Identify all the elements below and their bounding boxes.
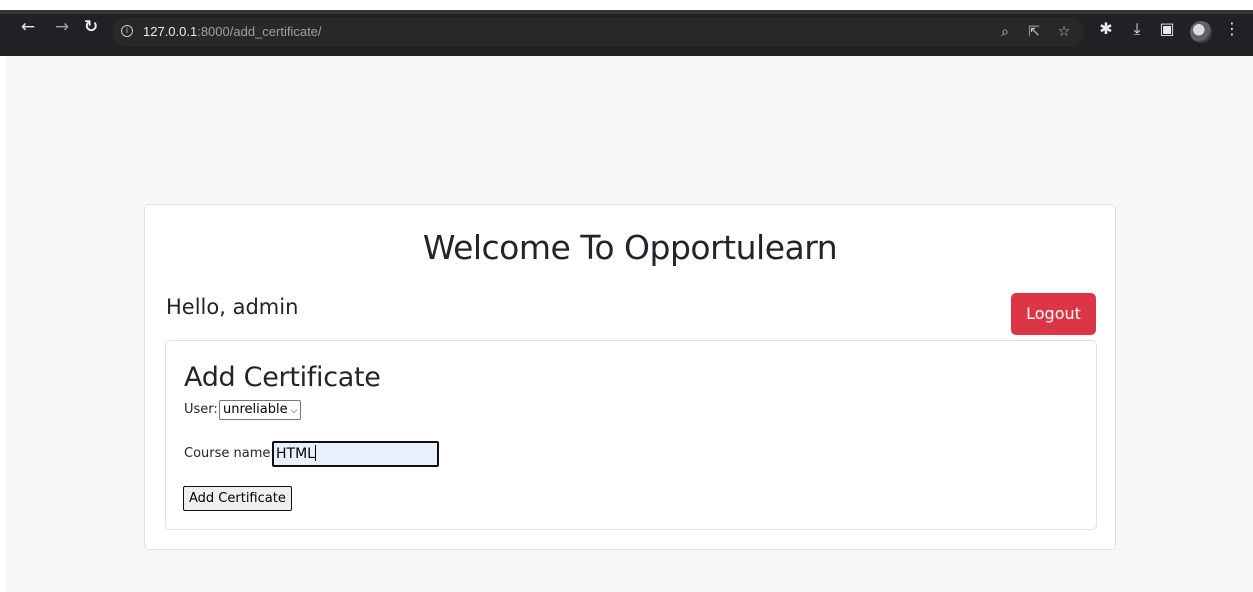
url-host: 127.0.0.1 — [143, 24, 198, 39]
tab-strip-edge — [0, 10, 1253, 14]
window-top-strip — [0, 0, 1253, 10]
logout-button[interactable]: Logout — [1011, 293, 1096, 335]
course-name-input[interactable]: HTML — [272, 441, 439, 467]
text-cursor — [314, 445, 316, 461]
address-bar[interactable]: i 127.0.0.1:8000/add_certificate/ ⌕ ⇱ ☆ — [112, 17, 1085, 47]
user-label: User: — [184, 402, 218, 417]
page-content: Welcome To Opportulearn Hello, admin Log… — [6, 56, 1253, 592]
url-text[interactable]: 127.0.0.1:8000/add_certificate/ — [143, 23, 322, 41]
zoom-icon[interactable]: ⌕ — [996, 23, 1014, 41]
avatar[interactable] — [1190, 21, 1212, 43]
share-icon[interactable]: ⇱ — [1025, 23, 1043, 41]
url-path: :8000/add_certificate/ — [197, 24, 322, 39]
info-icon[interactable]: i — [121, 25, 133, 37]
user-select[interactable]: unreliable ⌵ — [219, 400, 302, 420]
user-select-value: unreliable — [223, 402, 288, 417]
forward-icon[interactable]: → — [52, 17, 72, 37]
download-icon[interactable]: ⤓ — [1127, 19, 1147, 39]
greeting-text: Hello, admin — [166, 295, 299, 319]
form-title: Add Certificate — [184, 362, 381, 393]
reload-icon[interactable]: ↻ — [81, 17, 101, 37]
menu-icon[interactable]: ⋮ — [1222, 19, 1242, 39]
extensions-icon[interactable]: ✱ — [1096, 19, 1116, 39]
star-icon[interactable]: ☆ — [1055, 23, 1073, 41]
add-certificate-form: Add Certificate User: unreliable ⌵ Course… — [165, 340, 1097, 530]
back-icon[interactable]: ← — [18, 17, 38, 37]
main-card: Welcome To Opportulearn Hello, admin Log… — [144, 204, 1116, 550]
course-name-label: Course name: — [184, 446, 275, 461]
sidepanel-icon[interactable]: ▣ — [1157, 19, 1177, 39]
add-certificate-button[interactable]: Add Certificate — [183, 486, 292, 511]
course-name-value: HTML — [276, 446, 315, 462]
page-title: Welcome To Opportulearn — [422, 228, 838, 267]
chevron-down-icon: ⌵ — [290, 406, 298, 416]
